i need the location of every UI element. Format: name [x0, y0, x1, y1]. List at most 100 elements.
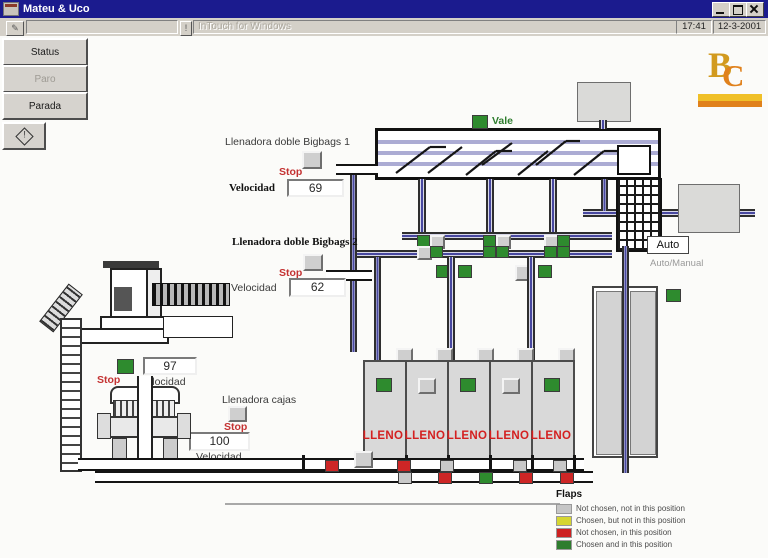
rail	[336, 164, 378, 175]
mode-box[interactable]: Auto	[647, 236, 689, 254]
route-indicator	[538, 265, 552, 278]
silo-3	[447, 360, 491, 464]
plant-schematic: Status Paro Parada ! B C	[0, 36, 768, 558]
speed-value[interactable]: 100	[189, 432, 250, 451]
legend-item: Chosen and in this position	[576, 540, 672, 549]
parada-button[interactable]: Parada	[2, 92, 88, 120]
conveyor-indicator	[325, 460, 339, 472]
legend-item: Not chosen, not in this position	[576, 504, 685, 513]
scada-screen: Mateu & Uco ✎ ! InTouch for Windows 17:4…	[0, 0, 768, 558]
flap-indicator	[483, 246, 496, 258]
silo-full-label: LLENO	[403, 430, 447, 442]
minimize-icon	[716, 12, 724, 14]
silo-indicator	[460, 378, 476, 392]
filter-box	[577, 82, 631, 122]
station-status: Stop	[279, 166, 302, 178]
speed-label: Velocidad	[231, 282, 277, 294]
maximize-button[interactable]	[729, 2, 747, 17]
pipe	[486, 179, 494, 235]
mill-motor	[114, 287, 132, 311]
legend-swatch	[556, 504, 572, 514]
conveyor-tick	[302, 455, 305, 473]
container-indicator	[666, 289, 681, 302]
conveyor-belt	[152, 283, 230, 306]
logo-bar	[698, 101, 762, 107]
speed-value[interactable]: 97	[143, 357, 197, 375]
station-button[interactable]	[303, 254, 323, 271]
silo-2	[405, 360, 449, 464]
toolbar-tool-icon[interactable]: ✎	[6, 21, 24, 36]
toolbar-field-left[interactable]	[26, 20, 178, 34]
conveyor-indicator	[398, 472, 412, 484]
bucket-elevator	[60, 318, 82, 472]
legend-item: Not chosen, in this position	[576, 528, 672, 537]
toolbar: ✎ ! InTouch for Windows 17:41 12-3-2001	[0, 18, 768, 37]
cajas-machine	[97, 413, 111, 439]
conveyor-button[interactable]	[354, 451, 373, 468]
station-button[interactable]	[228, 406, 247, 422]
titlebar: Mateu & Uco	[0, 0, 768, 18]
app-icon	[3, 2, 19, 16]
alarm-button[interactable]: !	[2, 122, 46, 150]
conveyor-indicator	[560, 472, 574, 484]
silo-4	[489, 360, 533, 464]
bigbag-panel	[630, 291, 656, 455]
flap-indicator	[544, 246, 557, 258]
legend-item: Chosen, but not in this position	[576, 516, 685, 525]
flap-manifold	[375, 128, 661, 180]
conveyor-indicator	[440, 460, 454, 472]
mill-base	[75, 328, 169, 344]
mill-machine	[103, 261, 159, 268]
bigbag-panel	[596, 291, 622, 455]
flap-diagram	[378, 131, 658, 177]
pipe	[549, 179, 557, 235]
legend-swatch	[556, 528, 572, 538]
mode-caption: Auto/Manual	[650, 258, 703, 269]
conveyor-indicator	[553, 460, 567, 472]
speed-value[interactable]: 62	[289, 278, 346, 297]
paro-button[interactable]: Paro	[2, 65, 88, 93]
manifold-endbox	[617, 145, 651, 175]
pipe	[599, 120, 607, 129]
cajas-mast	[137, 376, 153, 468]
route-indicator	[458, 265, 472, 278]
maximize-icon	[733, 5, 743, 15]
mill-indicator	[117, 359, 134, 374]
silo-indicator[interactable]	[502, 378, 520, 394]
close-button[interactable]	[746, 2, 764, 17]
silo-indicator	[376, 378, 392, 392]
flap-indicator	[430, 246, 443, 258]
status-button[interactable]: Status	[2, 38, 88, 66]
station-status: Stop	[97, 374, 120, 386]
silo-indicator[interactable]	[418, 378, 436, 394]
vale-label: Vale	[492, 115, 513, 127]
alarm-diamond-icon: !	[15, 127, 33, 145]
logo-letter-c: C	[722, 58, 744, 94]
logo-bar	[698, 94, 762, 101]
toolbar-status-field: InTouch for Windows	[193, 20, 677, 34]
station-title: Llenadora cajas	[222, 394, 296, 406]
conveyor-tick	[489, 455, 492, 473]
conveyor-indicator	[479, 472, 493, 484]
speed-value[interactable]: 69	[287, 179, 344, 197]
conveyor-indicator	[438, 472, 452, 484]
silo-indicator	[544, 378, 560, 392]
mill-table	[163, 316, 233, 338]
silo-full-label: LLENO	[361, 430, 405, 442]
flap-indicator	[557, 246, 570, 258]
legend-swatch	[556, 516, 572, 526]
conveyor-tick	[573, 455, 576, 473]
date: 12-3-2001	[713, 20, 766, 34]
conveyor-indicator	[397, 460, 411, 472]
station-button[interactable]	[302, 151, 322, 169]
pipe	[601, 179, 608, 211]
flap-indicator	[496, 246, 509, 258]
station-title: Llenadora doble Bigbags 1	[225, 136, 350, 148]
minimize-button[interactable]	[712, 2, 730, 17]
toolbar-marker-icon: !	[180, 21, 192, 36]
station-title: Llenadora doble Bigbags 2	[232, 236, 358, 248]
silo-full-label: LLENO	[529, 430, 573, 442]
window-title: Mateu & Uco	[23, 3, 90, 15]
pipe	[418, 179, 426, 235]
pipe	[350, 169, 357, 352]
